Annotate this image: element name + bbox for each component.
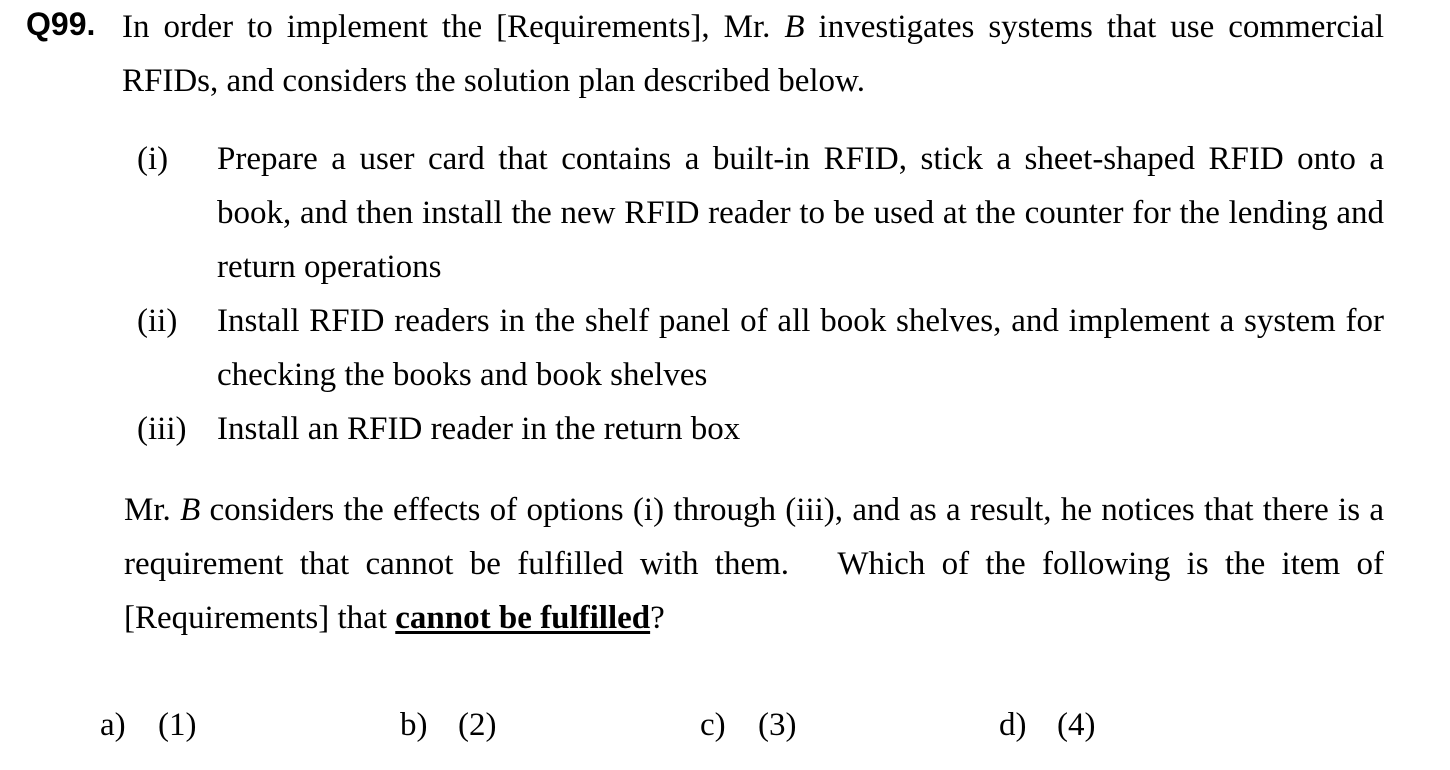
plan-item: (iii) Install an RFID reader in the retu… xyxy=(137,402,1384,456)
answer-option-d[interactable]: d) (4) xyxy=(999,700,1095,750)
question-prompt: Mr. B considers the effects of options (… xyxy=(124,483,1384,645)
answer-option-letter: d) xyxy=(999,707,1027,743)
plan-item-label: (iii) xyxy=(137,411,187,447)
answer-option-value: (3) xyxy=(758,707,797,743)
plan-item-list: (i) Prepare a user card that contains a … xyxy=(137,132,1384,456)
question-prompt-suffix: ? xyxy=(650,600,665,636)
plan-item-text: Install an RFID reader in the return box xyxy=(217,411,741,447)
question-number: Q99. xyxy=(26,6,96,42)
question-prompt-text: considers the effects of options (i) thr… xyxy=(124,492,1384,636)
question-intro: In order to implement the [Requirements]… xyxy=(122,0,1384,108)
answer-option-a[interactable]: a) (1) xyxy=(100,700,196,750)
answer-option-c[interactable]: c) (3) xyxy=(700,700,796,750)
answer-option-value: (2) xyxy=(458,707,497,743)
plan-item-text: Install RFID readers in the shelf panel … xyxy=(217,303,1384,393)
question-prompt-person-variable: B xyxy=(180,492,201,528)
plan-item: (i) Prepare a user card that contains a … xyxy=(137,132,1384,294)
answer-option-letter: c) xyxy=(700,707,726,743)
answer-option-b[interactable]: b) (2) xyxy=(400,700,496,750)
plan-item-label: (i) xyxy=(137,141,169,177)
answer-option-value: (1) xyxy=(158,707,197,743)
question-prompt-emphasis: cannot be fulfilled xyxy=(395,600,651,636)
plan-item: (ii) Install RFID readers in the shelf p… xyxy=(137,294,1384,402)
question-intro-person-variable: B xyxy=(784,9,805,45)
answer-option-letter: a) xyxy=(100,707,126,743)
question-prompt-prefix: Mr. xyxy=(124,492,181,528)
plan-item-text: Prepare a user card that contains a buil… xyxy=(217,141,1384,285)
question-intro-text-1: In order to implement the [Requirements]… xyxy=(122,9,785,45)
plan-item-label: (ii) xyxy=(137,303,178,339)
answer-option-letter: b) xyxy=(400,707,428,743)
answer-option-value: (4) xyxy=(1057,707,1096,743)
